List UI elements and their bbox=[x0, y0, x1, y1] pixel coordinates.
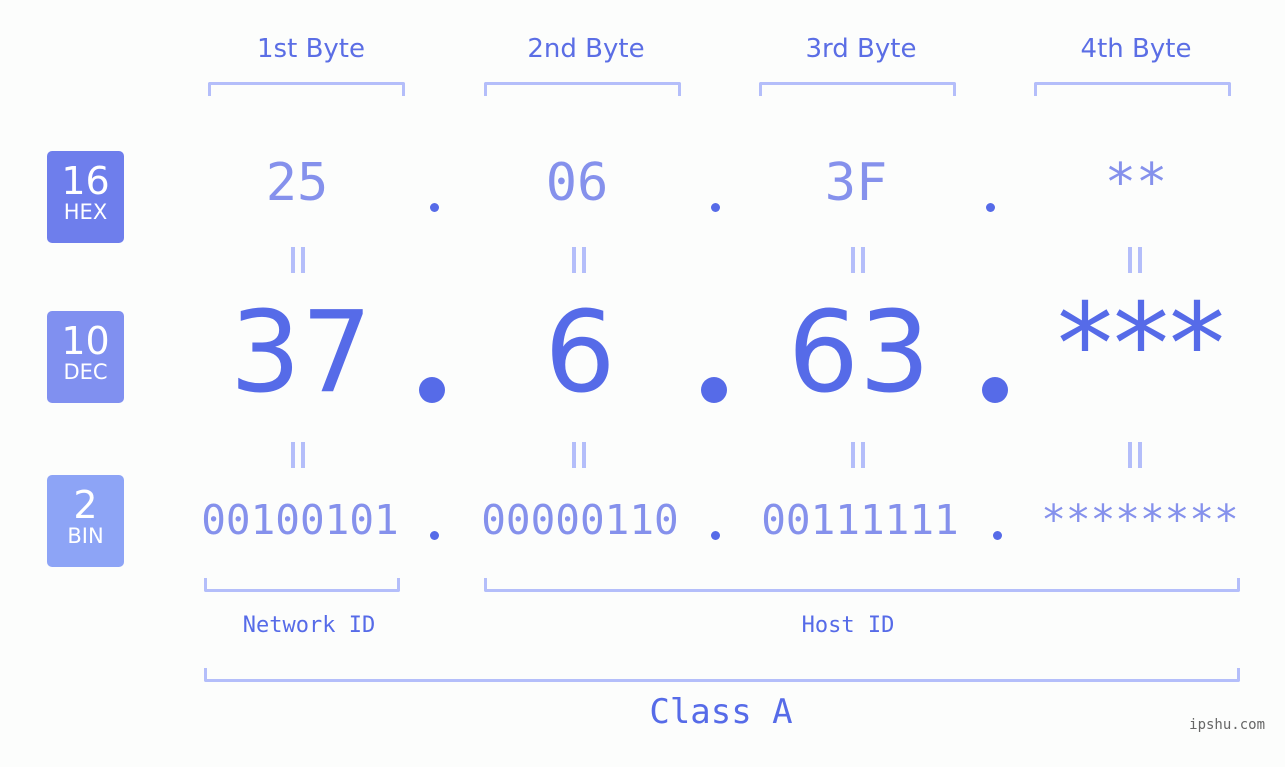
dec-value-3: 63 bbox=[787, 288, 931, 418]
bin-value-3: 00111111 bbox=[761, 496, 959, 544]
byte-header-3: 3rd Byte bbox=[805, 34, 917, 64]
hex-separator-dot-2 bbox=[711, 203, 720, 212]
hex-separator-dot-1 bbox=[430, 203, 439, 212]
byte-header-4: 4th Byte bbox=[1080, 34, 1192, 64]
byte-bracket-1 bbox=[208, 82, 405, 96]
bin-badge: 2 BIN bbox=[47, 475, 124, 567]
dec-badge-label: DEC bbox=[63, 360, 108, 384]
hex-value-3: 3F bbox=[824, 153, 888, 213]
byte-bracket-2 bbox=[484, 82, 681, 96]
equals-icon bbox=[1128, 247, 1144, 273]
network-id-label: Network ID bbox=[242, 613, 376, 638]
network-id-bracket bbox=[204, 578, 400, 592]
byte-header-2: 2nd Byte bbox=[527, 34, 645, 64]
dec-separator-dot-2 bbox=[701, 377, 727, 403]
bin-badge-label: BIN bbox=[67, 524, 104, 548]
equals-icon bbox=[851, 247, 867, 273]
byte-header-1: 1st Byte bbox=[257, 34, 365, 64]
host-id-label: Host ID bbox=[801, 613, 895, 638]
watermark: ipshu.com bbox=[1189, 717, 1265, 733]
dec-badge-number: 10 bbox=[61, 319, 110, 363]
hex-badge-number: 16 bbox=[61, 159, 110, 203]
equals-icon bbox=[572, 442, 588, 468]
bin-value-1: 00100101 bbox=[201, 496, 399, 544]
bin-separator-dot-3 bbox=[993, 531, 1002, 540]
bin-separator-dot-2 bbox=[711, 531, 720, 540]
hex-value-1: 25 bbox=[265, 153, 329, 213]
hex-value-2: 06 bbox=[545, 153, 609, 213]
bin-value-2: 00000110 bbox=[481, 496, 679, 544]
class-label: Class A bbox=[649, 692, 793, 732]
equals-icon bbox=[291, 442, 307, 468]
dec-badge: 10 DEC bbox=[47, 311, 124, 403]
hex-badge-label: HEX bbox=[63, 200, 108, 224]
class-bracket bbox=[204, 668, 1240, 682]
bin-value-4: ******** bbox=[1041, 496, 1239, 544]
host-id-bracket bbox=[484, 578, 1240, 592]
equals-icon bbox=[1128, 442, 1144, 468]
equals-icon bbox=[851, 442, 867, 468]
dec-value-2: 6 bbox=[544, 288, 616, 418]
byte-bracket-4 bbox=[1034, 82, 1231, 96]
equals-icon bbox=[572, 247, 588, 273]
bin-badge-number: 2 bbox=[73, 483, 98, 527]
bin-separator-dot-1 bbox=[430, 531, 439, 540]
dec-separator-dot-1 bbox=[419, 377, 445, 403]
hex-badge: 16 HEX bbox=[47, 151, 124, 243]
hex-separator-dot-3 bbox=[986, 203, 995, 212]
byte-bracket-3 bbox=[759, 82, 956, 96]
dec-value-1: 37 bbox=[229, 288, 373, 418]
equals-icon bbox=[291, 247, 307, 273]
dec-value-4: *** bbox=[1057, 280, 1225, 410]
dec-separator-dot-3 bbox=[982, 377, 1008, 403]
hex-value-4: ** bbox=[1104, 153, 1168, 213]
